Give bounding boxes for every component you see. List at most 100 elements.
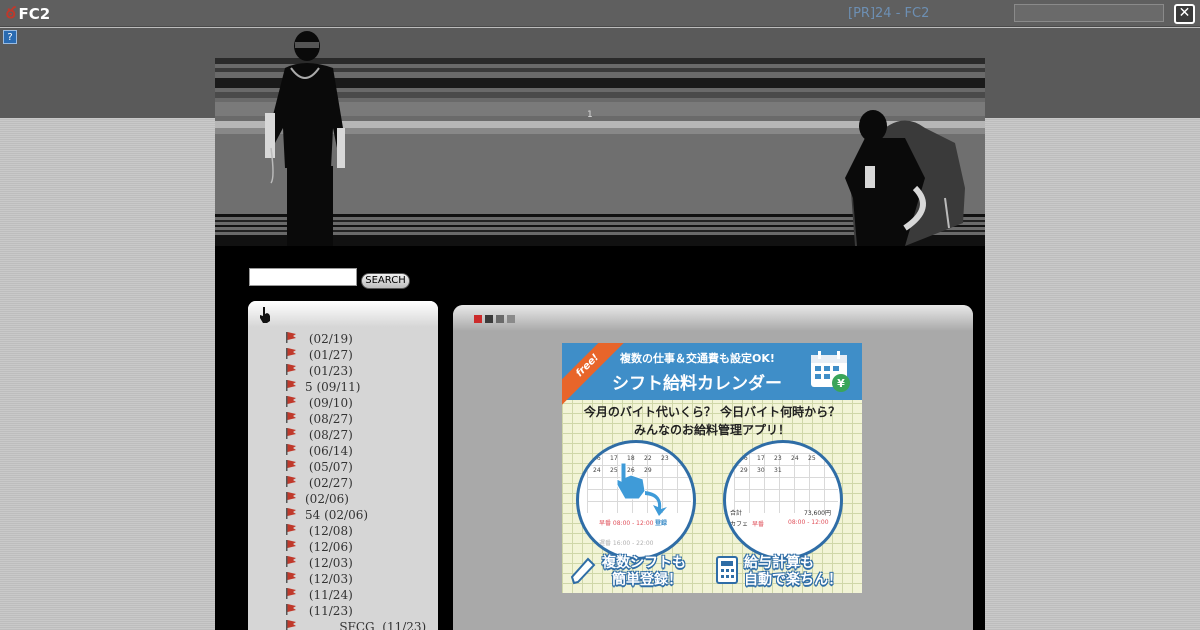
- calendar-date: 17: [757, 455, 765, 462]
- row-shift: 早番: [752, 521, 765, 528]
- fc2-logo-text: FC2: [18, 5, 51, 23]
- entry-item[interactable]: (01/23): [248, 363, 438, 379]
- caption-left-2: 簡単登録！: [612, 572, 682, 588]
- entry-link[interactable]: SFCG (11/23): [305, 620, 426, 630]
- crouching-person-illustration: [845, 110, 965, 246]
- sidebar-recent-entries: (02/19) (01/27) (01/23) 5 (09/11) (09/10)…: [248, 301, 438, 630]
- calendar-date: 23: [774, 455, 782, 462]
- sidebar-header: [248, 301, 438, 327]
- entry-item[interactable]: (12/03): [248, 571, 438, 587]
- blog-page: 1 SEARCH (02/19) (01/27) (01/23) 5 (09/1…: [215, 28, 985, 630]
- flag-icon: [286, 524, 296, 535]
- flag-icon: [286, 428, 296, 439]
- entry-link[interactable]: 5 (09/11): [305, 380, 360, 394]
- entry-link[interactable]: (02/27): [305, 476, 353, 490]
- entry-link[interactable]: (11/24): [305, 588, 353, 602]
- entry-link[interactable]: (05/07): [305, 460, 353, 474]
- entry-item[interactable]: (12/06): [248, 539, 438, 555]
- flag-icon: [286, 476, 296, 487]
- calendar-date: 16: [593, 455, 601, 462]
- caption-right-1: 給与計算も: [744, 555, 814, 571]
- entry-link[interactable]: (02/19): [305, 332, 353, 346]
- fc2-logo[interactable]: ఠ FC2: [6, 2, 51, 24]
- entry-link[interactable]: (12/06): [305, 540, 353, 554]
- flag-icon: [286, 492, 296, 503]
- calendar-date: 23: [661, 455, 669, 462]
- entry-item[interactable]: SFCG (11/23): [248, 619, 438, 630]
- entry-link[interactable]: (12/08): [305, 524, 353, 538]
- calendar-date: 25: [808, 455, 816, 462]
- close-icon[interactable]: ✕: [1174, 4, 1195, 24]
- caption-left-1: 複数シフトも: [602, 555, 686, 571]
- entry-item[interactable]: (08/27): [248, 411, 438, 427]
- pencil-icon: [570, 557, 596, 585]
- entry-link[interactable]: (09/10): [305, 396, 353, 410]
- calendar-date: 29: [740, 467, 748, 474]
- search-button[interactable]: SEARCH: [361, 273, 410, 289]
- entry-list: (02/19) (01/27) (01/23) 5 (09/11) (09/10)…: [248, 331, 438, 630]
- blog-header-banner: 1: [215, 28, 985, 246]
- register-label: 登録: [655, 520, 668, 527]
- total-label: 合計: [730, 510, 743, 517]
- entry-item[interactable]: (05/07): [248, 459, 438, 475]
- flag-icon: [286, 588, 296, 599]
- entry-item[interactable]: (02/19): [248, 331, 438, 347]
- calculator-icon: [716, 556, 738, 584]
- entry-link[interactable]: (02/06): [305, 492, 349, 506]
- tab-square-2[interactable]: [485, 315, 493, 323]
- entry-item[interactable]: (11/24): [248, 587, 438, 603]
- tab-square-1[interactable]: [474, 315, 482, 323]
- shift-late: 遅番 16:00 - 22:00: [599, 540, 654, 547]
- standing-person-illustration: [265, 31, 345, 246]
- entry-item[interactable]: 5 (09/11): [248, 379, 438, 395]
- flag-icon: [286, 444, 296, 455]
- flag-icon: [286, 620, 296, 630]
- flag-icon: [286, 412, 296, 423]
- flag-icon: [286, 332, 296, 343]
- entry-item[interactable]: (02/06): [248, 491, 438, 507]
- total-value: 73,600円: [804, 510, 831, 517]
- flag-icon: [286, 364, 296, 375]
- shift-early: 早番 08:00 - 12:00: [599, 520, 654, 527]
- calendar-date: 24: [791, 455, 799, 462]
- entry-item[interactable]: (09/10): [248, 395, 438, 411]
- flag-icon: [286, 460, 296, 471]
- flag-icon: [286, 348, 296, 359]
- ad-tagline: 複数の仕事＆交通費も設定OK!: [620, 352, 775, 365]
- site-title-link[interactable]: [PR]24 - FC2: [848, 6, 929, 21]
- fc2-search-input[interactable]: [1014, 4, 1164, 22]
- blog-search-input[interactable]: [249, 268, 357, 286]
- ad-question-2: みんなのお給料管理アプリ！: [633, 423, 790, 437]
- entry-item[interactable]: (12/03): [248, 555, 438, 571]
- fc2-logo-icon: ఠ: [6, 2, 16, 22]
- help-icon[interactable]: ?: [3, 30, 17, 44]
- hand-pointer-icon: [260, 307, 270, 323]
- entry-link[interactable]: 54 (02/06): [305, 508, 368, 522]
- flag-icon: [286, 604, 296, 615]
- row-time: 08:00 - 12:00: [788, 519, 829, 526]
- tab-square-4[interactable]: [507, 315, 515, 323]
- entry-link[interactable]: (08/27): [305, 412, 353, 426]
- entry-item[interactable]: (11/23): [248, 603, 438, 619]
- entry-item[interactable]: (08/27): [248, 427, 438, 443]
- ad-banner-shift-calendar[interactable]: 複数の仕事＆交通費も設定OK! シフト給料カレンダー ¥ free! 今月のバイ…: [562, 343, 862, 593]
- flag-icon: [286, 396, 296, 407]
- entry-link[interactable]: (08/27): [305, 428, 353, 442]
- entry-item[interactable]: (12/08): [248, 523, 438, 539]
- entry-link[interactable]: (12/03): [305, 556, 353, 570]
- entry-link[interactable]: (01/23): [305, 364, 353, 378]
- entry-link[interactable]: (01/27): [305, 348, 353, 362]
- entry-item[interactable]: (01/27): [248, 347, 438, 363]
- right-dates: 16 17 23 24 25 29 30 31: [726, 443, 840, 513]
- entry-link[interactable]: (06/14): [305, 444, 353, 458]
- entry-item[interactable]: (06/14): [248, 443, 438, 459]
- entry-item[interactable]: (02/27): [248, 475, 438, 491]
- ad-left-circle: 16 17 18 22 23 24 25 26 29 早番 08:00 - 12:00 登録 遅…: [576, 440, 696, 560]
- entry-link[interactable]: (11/23): [305, 604, 353, 618]
- entry-link[interactable]: (12/03): [305, 572, 353, 586]
- content-header: [453, 305, 973, 331]
- calendar-yen-icon: ¥: [811, 351, 850, 392]
- entry-item[interactable]: 54 (02/06): [248, 507, 438, 523]
- ad-app-name: シフト給料カレンダー: [612, 374, 782, 394]
- tab-square-3[interactable]: [496, 315, 504, 323]
